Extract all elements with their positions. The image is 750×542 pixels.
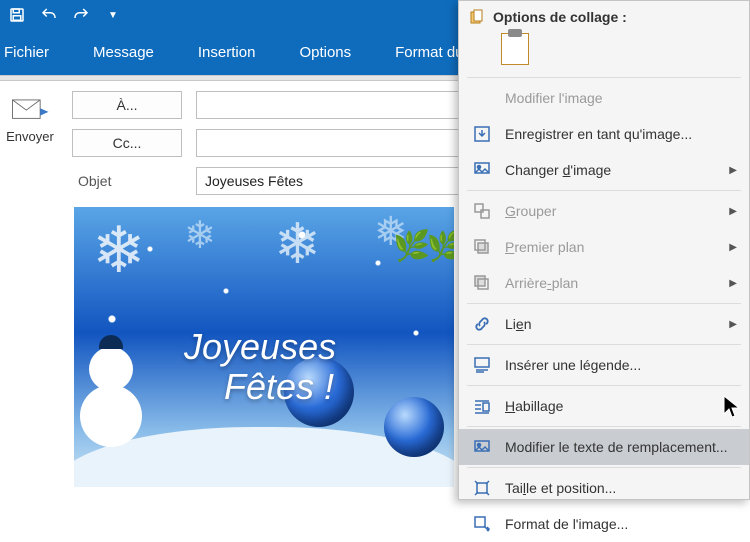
snowflake-icon: ❄	[92, 213, 146, 288]
modify-image-icon	[473, 89, 491, 107]
context-menu-header-label: Options de collage :	[493, 9, 627, 25]
redo-icon[interactable]	[72, 6, 90, 24]
submenu-arrow-icon: ▶	[729, 206, 737, 217]
menu-item-label: Taille et position...	[505, 480, 616, 496]
context-menu-header: Options de collage :	[459, 1, 749, 29]
menu-separator	[467, 467, 741, 468]
submenu-arrow-icon: ▶	[729, 278, 737, 289]
menu-item-group: Grouper ▶	[459, 193, 749, 229]
submenu-arrow-icon: ▶	[729, 242, 737, 253]
menu-item-size-position[interactable]: Taille et position...	[459, 470, 749, 506]
menu-item-alt-text[interactable]: Modifier le texte de remplacement...	[459, 429, 749, 465]
send-column: Envoyer	[0, 89, 60, 203]
menu-item-wrap[interactable]: Habillage▶	[459, 388, 749, 424]
menu-item-label: Enregistrer en tant qu'image...	[505, 126, 692, 142]
send-envelope-icon[interactable]	[11, 99, 49, 123]
menu-item-label: Modifier le texte de remplacement...	[505, 439, 728, 455]
menu-item-label: Habillage	[505, 398, 563, 414]
menu-item-label: Premier plan	[505, 239, 584, 255]
tab-options[interactable]: Options	[299, 44, 351, 61]
save-icon[interactable]	[8, 6, 26, 24]
undo-icon[interactable]	[40, 6, 58, 24]
group-icon	[473, 202, 491, 220]
menu-item-insert-caption[interactable]: Insérer une légende...	[459, 347, 749, 383]
link-icon	[473, 315, 491, 333]
insert-caption-icon	[473, 356, 491, 374]
menu-separator	[467, 303, 741, 304]
inserted-image[interactable]: ❄ ❄ ❄ ❅ 🌿🌿 Joyeuses Fêtes !	[74, 207, 454, 487]
size-position-icon	[473, 479, 491, 497]
caption-line2: Fêtes !	[184, 367, 336, 407]
paste-keep-source-icon[interactable]	[501, 33, 529, 65]
menu-item-modify-image: Modifier l'image	[459, 80, 749, 116]
menu-item-label: Arrière-plan	[505, 275, 578, 291]
mouse-cursor-icon	[722, 394, 742, 426]
menu-item-change-image[interactable]: Changer d'image ▶	[459, 152, 749, 188]
menu-separator	[467, 385, 741, 386]
to-button[interactable]: À...	[72, 91, 182, 119]
menu-item-send-back: Arrière-plan ▶	[459, 265, 749, 301]
tab-insertion[interactable]: Insertion	[198, 44, 256, 61]
menu-item-format-image[interactable]: Format de l'image...	[459, 506, 749, 542]
pine-branch: 🌿🌿	[393, 229, 454, 264]
context-menu: Options de collage : Modifier l'image Enr…	[458, 0, 750, 500]
format-image-icon	[473, 515, 491, 533]
menu-separator	[467, 426, 741, 427]
send-back-icon	[473, 274, 491, 292]
menu-item-save-as-image[interactable]: Enregistrer en tant qu'image...	[459, 116, 749, 152]
submenu-arrow-icon: ▶	[729, 319, 737, 330]
menu-item-bring-front: Premier plan ▶	[459, 229, 749, 265]
menu-item-label: Lien	[505, 316, 532, 332]
ornament	[384, 397, 444, 457]
wrap-icon	[473, 397, 491, 415]
snowman	[80, 347, 142, 447]
menu-item-label: Insérer une légende...	[505, 357, 641, 373]
menu-item-link[interactable]: Lien ▶	[459, 306, 749, 342]
snowflake-icon: ❄	[184, 213, 216, 258]
submenu-arrow-icon: ▶	[729, 165, 737, 176]
paste-options-row	[459, 29, 749, 75]
bring-front-icon	[473, 238, 491, 256]
menu-item-label: Format de l'image...	[505, 516, 628, 532]
qat-dropdown-icon[interactable]: ▼	[104, 6, 122, 24]
menu-item-label: Modifier l'image	[505, 90, 603, 106]
image-caption: Joyeuses Fêtes !	[184, 327, 336, 406]
subject-label: Objet	[72, 173, 182, 189]
menu-separator	[467, 344, 741, 345]
caption-line1: Joyeuses	[184, 327, 336, 367]
snowflake-icon: ❄	[274, 211, 321, 277]
tab-file[interactable]: Fichier	[4, 44, 49, 61]
change-image-icon	[473, 161, 491, 179]
alt-text-icon	[473, 438, 491, 456]
tab-message[interactable]: Message	[93, 44, 154, 61]
cc-button[interactable]: Cc...	[72, 129, 182, 157]
menu-item-label: Changer d'image	[505, 162, 611, 178]
send-button-label[interactable]: Envoyer	[6, 129, 54, 144]
menu-separator	[467, 190, 741, 191]
menu-separator	[467, 77, 741, 78]
save-as-image-icon	[473, 125, 491, 143]
menu-item-label: Grouper	[505, 203, 556, 219]
